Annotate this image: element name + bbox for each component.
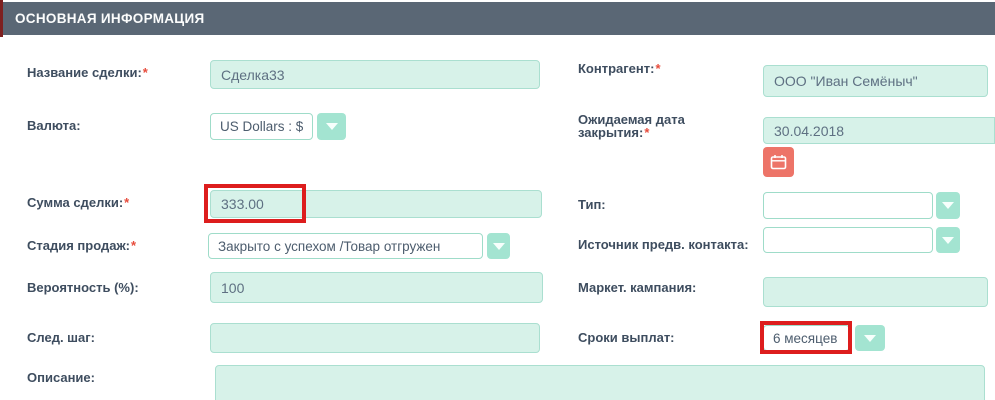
deal-name-input[interactable] bbox=[210, 60, 540, 89]
calendar-picker-button[interactable] bbox=[763, 147, 794, 177]
chevron-down-icon bbox=[493, 243, 505, 250]
lead-source-dropdown-button[interactable] bbox=[936, 227, 960, 253]
lead-source-select-value[interactable] bbox=[763, 227, 933, 253]
payment-terms-select-value[interactable]: 6 месяцев bbox=[763, 325, 850, 351]
chevron-down-icon bbox=[864, 335, 876, 342]
currency-label: Валюта: bbox=[27, 119, 81, 132]
section-header: ОСНОВНАЯ ИНФОРМАЦИЯ bbox=[3, 2, 995, 35]
currency-select-value[interactable]: US Dollars : $ bbox=[210, 113, 313, 140]
deal-edit-form: ОСНОВНАЯ ИНФОРМАЦИЯ Название сделки:* Ва… bbox=[0, 0, 995, 400]
chevron-down-icon bbox=[326, 123, 338, 130]
payment-terms-label: Сроки выплат: bbox=[578, 331, 675, 344]
payment-terms-dropdown-button[interactable] bbox=[855, 325, 885, 351]
next-step-label: След. шаг: bbox=[27, 331, 95, 344]
amount-input[interactable] bbox=[210, 190, 542, 218]
required-asterisk: * bbox=[644, 125, 649, 140]
sales-stage-label: Стадия продаж:* bbox=[27, 239, 136, 252]
next-step-input[interactable] bbox=[210, 323, 540, 353]
calendar-icon bbox=[770, 154, 787, 170]
probability-label: Вероятность (%): bbox=[27, 281, 139, 294]
description-label: Описание: bbox=[27, 371, 95, 384]
required-asterisk: * bbox=[655, 61, 660, 76]
chevron-down-icon bbox=[942, 237, 954, 244]
lead-source-label: Источник предв. контакта: bbox=[578, 238, 749, 251]
currency-dropdown-button[interactable] bbox=[317, 113, 346, 140]
required-asterisk: * bbox=[143, 65, 148, 80]
sales-stage-select-value[interactable]: Закрыто с успехом /Товар отгружен bbox=[208, 233, 483, 259]
type-select[interactable] bbox=[763, 192, 960, 219]
lead-source-select[interactable] bbox=[763, 227, 960, 253]
sales-stage-dropdown-button[interactable] bbox=[487, 233, 510, 259]
currency-select[interactable]: US Dollars : $ bbox=[210, 113, 346, 140]
close-date-label: Ожидаемая дата закрытия:* bbox=[578, 114, 758, 139]
campaign-label: Маркет. кампания: bbox=[578, 281, 696, 294]
account-input[interactable] bbox=[763, 65, 988, 97]
type-select-value[interactable] bbox=[763, 192, 933, 219]
campaign-input[interactable] bbox=[763, 277, 988, 307]
type-label: Тип: bbox=[578, 198, 606, 211]
chevron-down-icon bbox=[942, 202, 954, 209]
description-textarea[interactable] bbox=[215, 365, 985, 400]
type-dropdown-button[interactable] bbox=[936, 192, 960, 219]
section-title: ОСНОВНАЯ ИНФОРМАЦИЯ bbox=[15, 11, 204, 26]
probability-input[interactable] bbox=[210, 272, 543, 303]
required-asterisk: * bbox=[131, 238, 136, 253]
sales-stage-select[interactable]: Закрыто с успехом /Товар отгружен bbox=[208, 233, 510, 259]
account-label: Контрагент:* bbox=[578, 62, 661, 75]
deal-name-label: Название сделки:* bbox=[27, 66, 148, 79]
amount-label: Сумма сделки:* bbox=[27, 196, 129, 209]
close-date-input[interactable] bbox=[763, 117, 995, 144]
required-asterisk: * bbox=[124, 195, 129, 210]
payment-terms-select[interactable]: 6 месяцев bbox=[763, 325, 885, 351]
